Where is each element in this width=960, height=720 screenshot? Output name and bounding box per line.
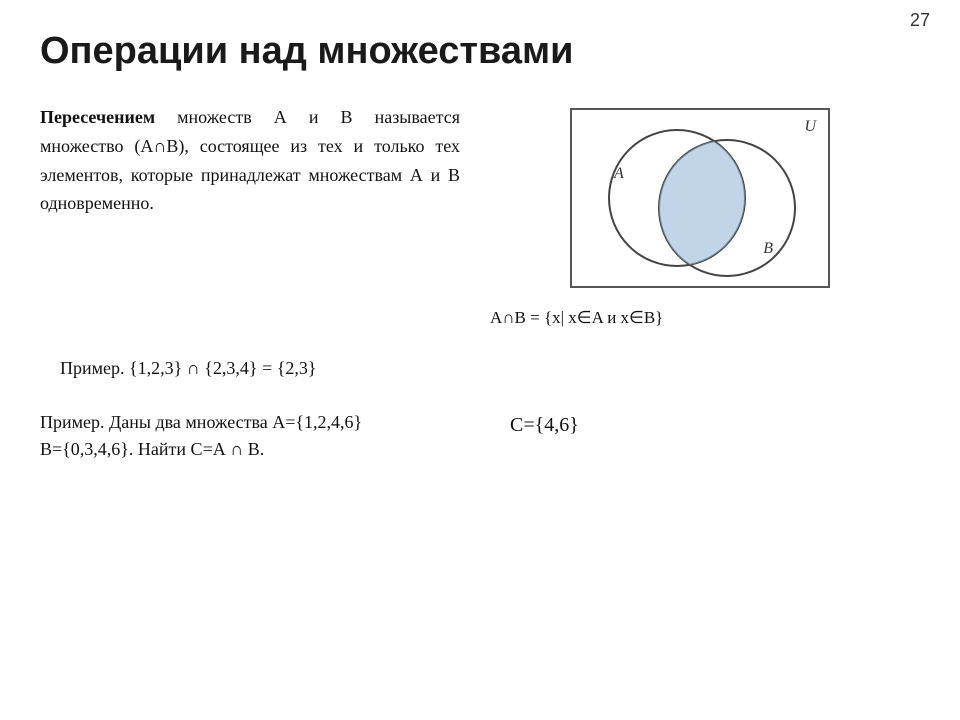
definition-bold: Пересечением	[40, 107, 155, 127]
example2-section: Пример. Даны два множества А={1,2,4,6}В=…	[40, 409, 920, 463]
page-number: 27	[910, 10, 930, 31]
page-title: Операции над множествами	[40, 30, 920, 73]
content-area: Пересечением множеств А и В называется м…	[40, 103, 920, 328]
example2-answer: С={4,6}	[480, 409, 920, 437]
examples-section: Пример. {1,2,3} ∩ {2,3,4} = {2,3}	[40, 358, 920, 379]
page: 27 Операции над множествами Пересечением…	[0, 0, 960, 720]
venn-diagram: U A B	[570, 108, 830, 288]
formula: А∩В = {x| x∈A и x∈B}	[490, 308, 920, 328]
venn-area: U A B А∩В = {x| x∈A и x∈B}	[480, 103, 920, 328]
example2-problem: Пример. Даны два множества А={1,2,4,6}В=…	[40, 409, 460, 463]
example1: Пример. {1,2,3} ∩ {2,3,4} = {2,3}	[40, 358, 460, 379]
definition-text: Пересечением множеств А и В называется м…	[40, 103, 460, 328]
venn-svg	[572, 110, 828, 286]
formula-area: А∩В = {x| x∈A и x∈B}	[480, 303, 920, 328]
example2-problem-text: Пример. Даны два множества А={1,2,4,6}В=…	[40, 412, 362, 459]
